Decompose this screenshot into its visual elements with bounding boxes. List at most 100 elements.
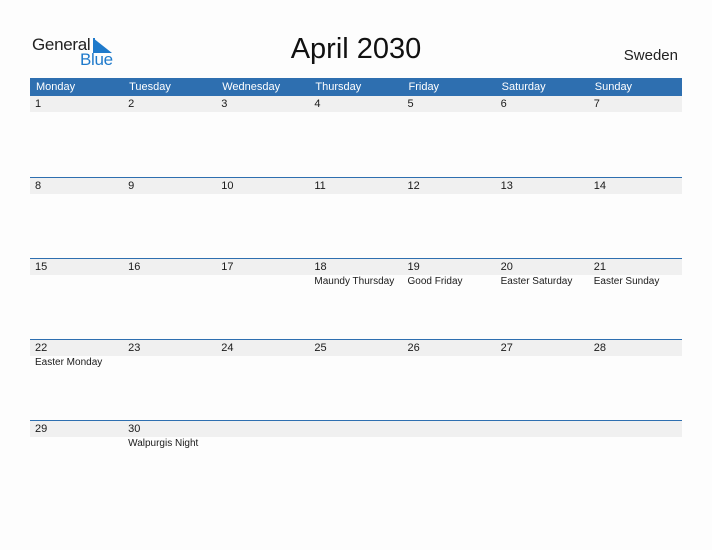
day-number: 16 <box>128 261 141 273</box>
event-cell <box>496 437 589 451</box>
holiday-label: Maundy Thursday <box>314 276 395 287</box>
event-cell <box>30 275 123 289</box>
day-cell: 28 <box>589 340 682 356</box>
day-cell: 10 <box>216 178 309 194</box>
day-number: 27 <box>500 342 513 354</box>
day-number: 2 <box>128 98 135 110</box>
event-cell <box>216 437 309 451</box>
holiday-label: Easter Saturday <box>500 276 573 287</box>
day-cell: 5 <box>403 96 496 112</box>
day-number-row: 29 30 <box>30 421 682 437</box>
week-row: 22 23 24 25 26 27 28 Easter Monday <box>30 339 682 420</box>
weekday-sunday: Sunday <box>594 81 633 93</box>
event-row: Maundy Thursday Good Friday Easter Saturda… <box>30 275 682 289</box>
day-number: 12 <box>407 180 420 192</box>
day-cell: 8 <box>30 178 123 194</box>
day-number: 14 <box>593 180 606 192</box>
day-cell: 17 <box>216 259 309 275</box>
day-cell: 2 <box>123 96 216 112</box>
country-label: Sweden <box>623 47 678 64</box>
day-cell: 22 <box>30 340 123 356</box>
weekday-header: Monday Tuesday Wednesday Thursday Friday… <box>30 78 682 96</box>
day-number-row: 15 16 17 18 19 20 21 <box>30 259 682 275</box>
day-number: 6 <box>500 98 507 110</box>
day-number: 19 <box>407 261 420 273</box>
day-cell: 15 <box>30 259 123 275</box>
day-cell: 7 <box>589 96 682 112</box>
day-cell: 19 <box>403 259 496 275</box>
holiday-label: Easter Monday <box>35 357 103 368</box>
day-cell <box>589 421 682 437</box>
day-cell <box>403 421 496 437</box>
event-row: Easter Monday <box>30 356 682 370</box>
day-number: 1 <box>35 98 42 110</box>
event-cell: Walpurgis Night <box>123 437 216 451</box>
day-cell: 27 <box>496 340 589 356</box>
event-cell <box>123 356 216 370</box>
day-number: 26 <box>407 342 420 354</box>
calendar-grid: Monday Tuesday Wednesday Thursday Friday… <box>30 78 682 501</box>
event-cell: Easter Saturday <box>496 275 589 289</box>
day-cell: 4 <box>309 96 402 112</box>
week-row: 1 2 3 4 5 6 7 <box>30 96 682 177</box>
event-cell: Easter Monday <box>30 356 123 370</box>
weekday-wednesday: Wednesday <box>222 81 281 93</box>
day-cell: 24 <box>216 340 309 356</box>
day-cell <box>496 421 589 437</box>
day-number: 15 <box>35 261 48 273</box>
holiday-label: Easter Sunday <box>593 276 660 287</box>
event-cell <box>403 356 496 370</box>
page-title: April 2030 <box>290 33 422 65</box>
day-number-row: 22 23 24 25 26 27 28 <box>30 340 682 356</box>
day-cell: 26 <box>403 340 496 356</box>
event-cell <box>30 437 123 451</box>
event-cell <box>309 437 402 451</box>
day-number: 7 <box>593 98 600 110</box>
weekday-thursday: Thursday <box>315 81 362 93</box>
day-number: 29 <box>35 423 48 435</box>
day-cell: 25 <box>309 340 402 356</box>
day-cell: 20 <box>496 259 589 275</box>
day-number: 24 <box>221 342 234 354</box>
day-number: 8 <box>35 180 42 192</box>
event-cell <box>589 437 682 451</box>
weeks-container: 1 2 3 4 5 6 7 8 9 10 11 12 13 14 15 16 17 18 19 20 21 Maundy … <box>30 96 682 501</box>
event-cell: Good Friday <box>403 275 496 289</box>
event-cell <box>216 275 309 289</box>
day-number: 22 <box>35 342 48 354</box>
day-cell: 12 <box>403 178 496 194</box>
event-cell: Easter Sunday <box>589 275 682 289</box>
day-cell: 1 <box>30 96 123 112</box>
week-row: 8 9 10 11 12 13 14 <box>30 177 682 258</box>
day-number: 10 <box>221 180 234 192</box>
day-number: 28 <box>593 342 606 354</box>
day-number: 5 <box>407 98 414 110</box>
day-number: 13 <box>500 180 513 192</box>
event-row: Walpurgis Night <box>30 437 682 451</box>
day-cell: 30 <box>123 421 216 437</box>
day-number: 21 <box>593 261 606 273</box>
day-cell: 3 <box>216 96 309 112</box>
day-cell: 14 <box>589 178 682 194</box>
day-cell <box>309 421 402 437</box>
day-number-row: 1 2 3 4 5 6 7 <box>30 96 682 112</box>
event-cell <box>589 356 682 370</box>
day-cell: 16 <box>123 259 216 275</box>
day-cell: 9 <box>123 178 216 194</box>
week-row: 15 16 17 18 19 20 21 Maundy Thursday Good Friday… <box>30 258 682 339</box>
day-number: 20 <box>500 261 513 273</box>
day-cell: 6 <box>496 96 589 112</box>
day-number: 11 <box>314 180 326 192</box>
day-number: 17 <box>221 261 234 273</box>
week-row: 29 30 Walpurgis Night <box>30 420 682 501</box>
weekday-monday: Monday <box>36 81 76 93</box>
holiday-label: Good Friday <box>407 276 463 287</box>
day-cell: 13 <box>496 178 589 194</box>
event-cell <box>403 437 496 451</box>
day-number: 3 <box>221 98 228 110</box>
event-cell <box>216 356 309 370</box>
day-number: 18 <box>314 261 327 273</box>
event-cell: Maundy Thursday <box>309 275 402 289</box>
day-cell <box>216 421 309 437</box>
day-number: 30 <box>128 423 141 435</box>
